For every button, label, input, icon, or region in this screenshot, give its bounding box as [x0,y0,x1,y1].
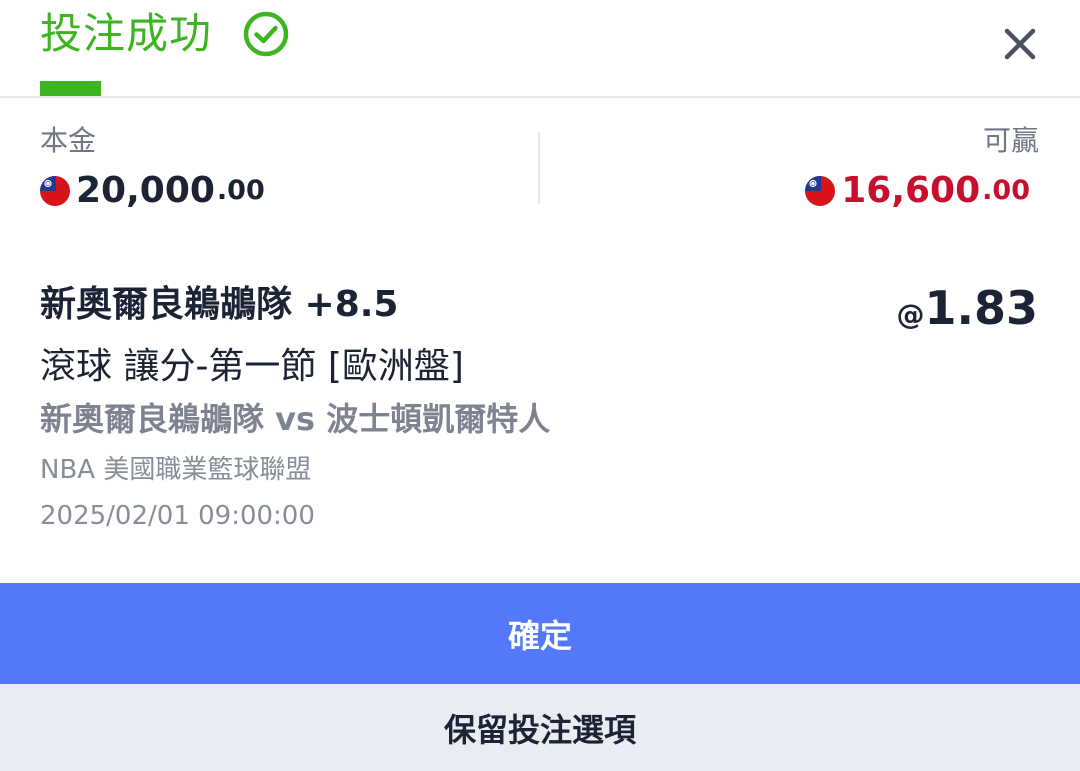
taiwan-flag-icon [40,176,70,206]
potential-win-label: 可贏 [982,124,1039,157]
taiwan-flag-icon [805,176,836,206]
bet-match: 新奧爾良鵜鶘隊 vs 波士頓凱爾特人 [40,400,551,438]
close-icon[interactable] [1000,24,1040,64]
stake-decimal: .00 [216,175,265,206]
title-wrap: 投注成功 [40,6,290,62]
stake-integer: 20,000 [76,170,215,211]
amounts-section: 本金 20,000.00 可贏 16,600 .00 [0,98,1080,238]
stake-amount: 20,000.00 [40,168,265,214]
potential-win-decimal: .00 [982,175,1030,206]
odds-value: 1.83 [924,281,1039,335]
potential-win-integer: 16,600 [841,170,981,211]
bet-selection: 新奧爾良鵜鶘隊 +8.5 [40,284,399,325]
check-circle-icon [242,10,290,58]
stake-label: 本金 [40,124,97,157]
bet-league: NBA 美國職業籃球聯盟 [40,455,312,485]
bet-datetime: 2025/02/01 09:00:00 [40,501,315,531]
bet-success-sheet: 投注成功 本金 20,000 .00 可贏 16,600 .00 新奧爾良鵜鶘隊… [0,0,1080,771]
bet-market: 滾球 讓分-第一節 [歐洲盤] [40,346,464,387]
bet-odds: @1.83 [897,278,1039,349]
keep-selections-button[interactable]: 保留投注選項 [0,684,1080,771]
confirm-button[interactable]: 確定 [0,583,1080,684]
amount-divider [538,132,540,204]
potential-win-amount: 16,600.00 [805,168,1030,214]
sheet-title: 投注成功 [40,9,213,58]
odds-prefix: @ [896,298,925,331]
sheet-header: 投注成功 [0,0,1080,98]
active-tab-indicator [40,81,101,96]
